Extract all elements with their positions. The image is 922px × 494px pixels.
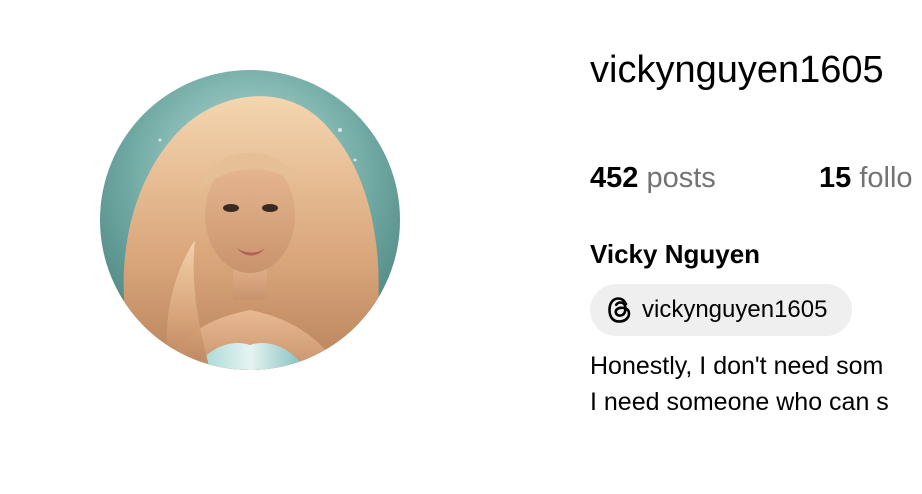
posts-count: 452: [590, 162, 639, 194]
posts-stat[interactable]: 452 posts: [590, 158, 716, 198]
threads-icon: [605, 295, 635, 325]
followers-label: follo: [859, 162, 913, 194]
followers-stat[interactable]: 15 follo: [819, 158, 913, 198]
profile-bio: Honestly, I don't need som I need someon…: [590, 348, 922, 420]
profile-username[interactable]: vickynguyen1605: [590, 44, 884, 96]
bio-line: I need someone who can s: [590, 388, 889, 416]
followers-count: 15: [819, 162, 852, 194]
profile-avatar[interactable]: [100, 70, 400, 370]
threads-link-button[interactable]: vickynguyen1605: [590, 284, 852, 336]
profile-full-name: Vicky Nguyen: [590, 239, 761, 269]
threads-handle: vickynguyen1605: [642, 296, 828, 323]
bio-line: Honestly, I don't need som: [590, 352, 884, 380]
posts-label: posts: [646, 162, 716, 194]
profile-header: vickynguyen1605 452 posts 15 follo Vicky…: [0, 0, 922, 494]
avatar-photo: [100, 70, 400, 370]
